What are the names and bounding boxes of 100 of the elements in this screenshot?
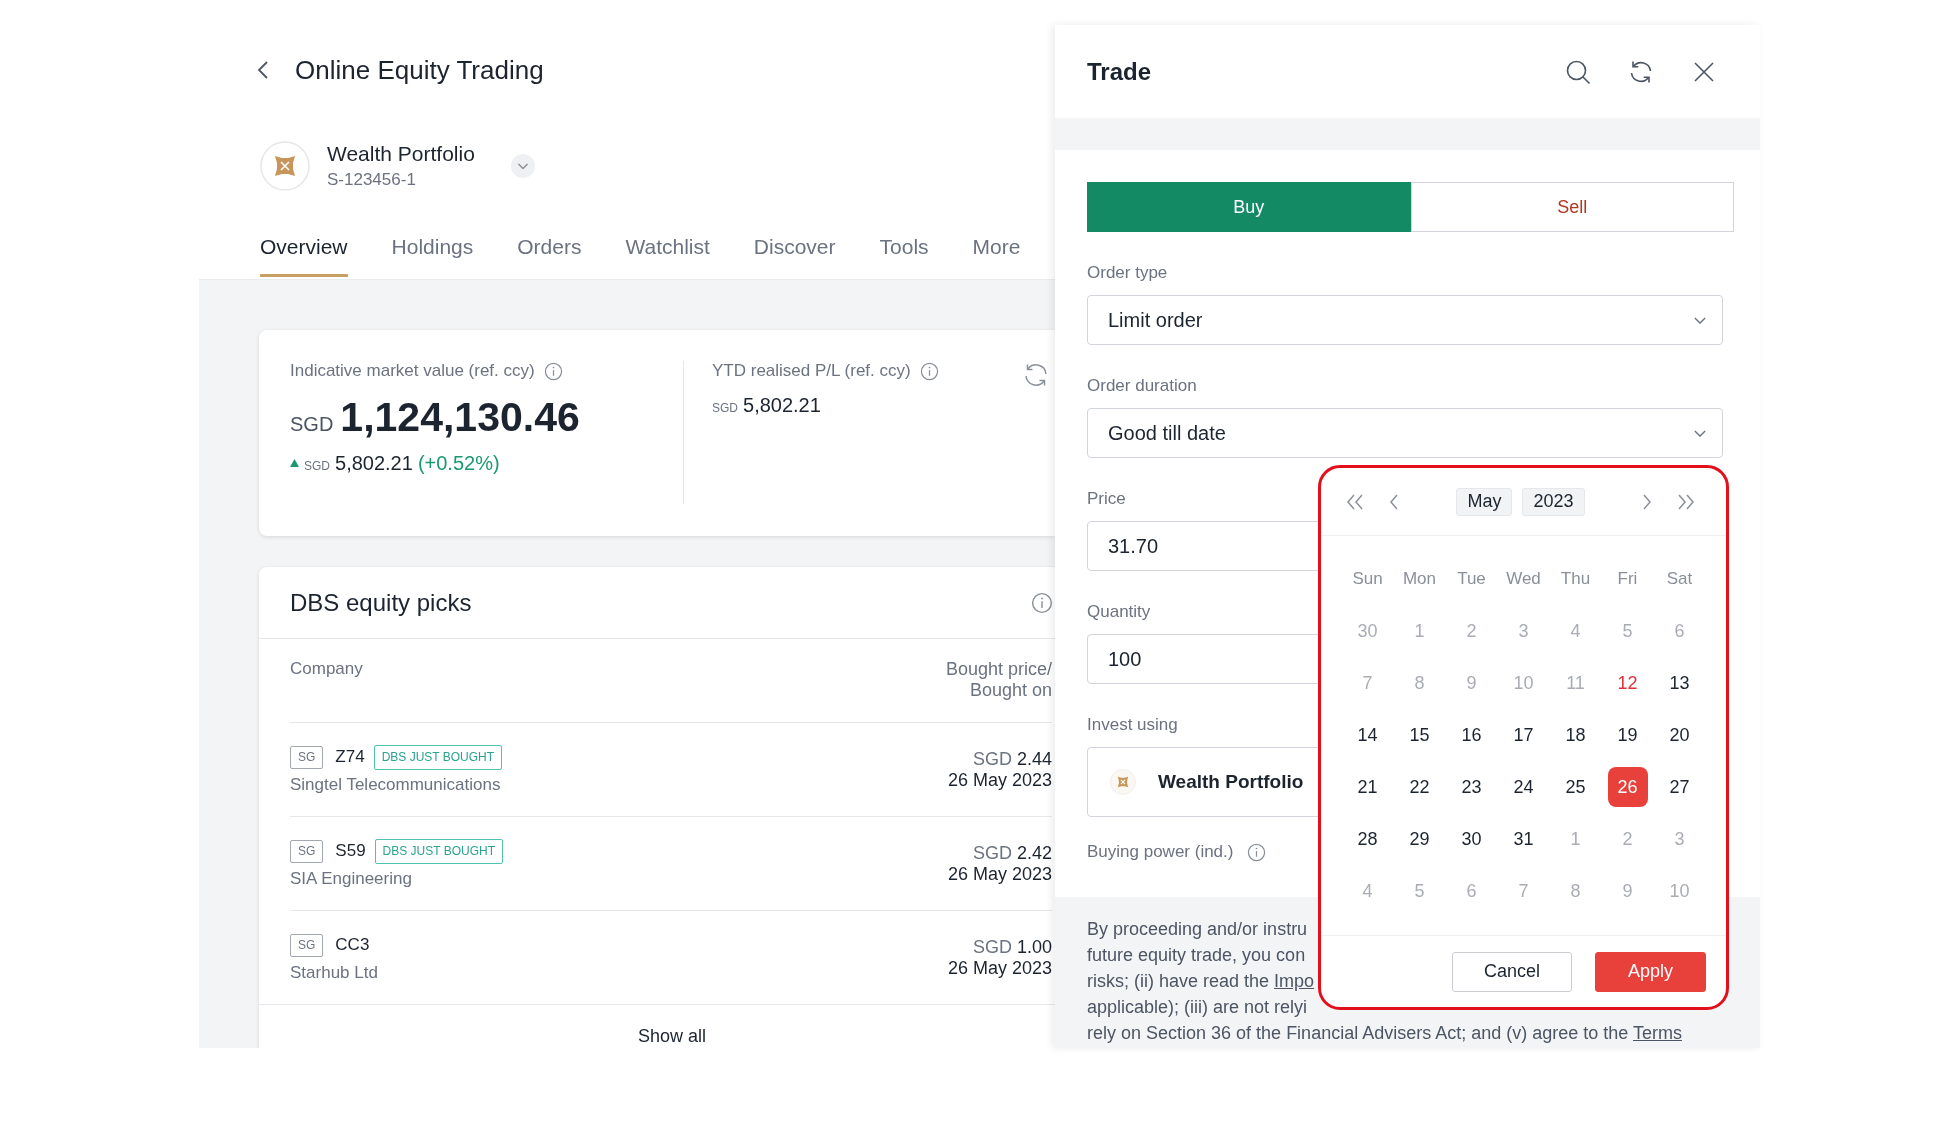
- field-label: Price: [1087, 488, 1126, 510]
- field-label: Invest using: [1087, 714, 1178, 736]
- market-badge: SG: [290, 933, 324, 957]
- dropdown-field[interactable]: Limit order: [1087, 295, 1723, 345]
- weekday-label: Sun: [1352, 569, 1383, 589]
- disclaimer-text: rely on Section 36 of the Financial Advisers Act; and (v) agree to the Terms: [1087, 1022, 1682, 1045]
- calendar-day[interactable]: 28: [1347, 819, 1388, 859]
- field-label: Order type: [1087, 262, 1168, 284]
- calendar-day[interactable]: 21: [1347, 767, 1388, 807]
- chevron-down-icon: [1694, 429, 1706, 437]
- currency-label: SGD: [290, 413, 334, 436]
- bought-price: 2.42: [1016, 842, 1052, 864]
- disclaimer-text: future equity trade, you con: [1087, 944, 1306, 967]
- weekday-label: Fri: [1617, 569, 1638, 589]
- company-name: Starhub Ltd: [290, 962, 378, 983]
- nav-tab[interactable]: Orders: [517, 234, 582, 277]
- bought-price: 1.00: [1016, 936, 1052, 958]
- calendar-day[interactable]: 26: [1607, 767, 1648, 807]
- currency-label: SGD: [972, 842, 1012, 864]
- calendar-day[interactable]: 18: [1555, 715, 1596, 755]
- nav-tab[interactable]: Overview: [260, 234, 348, 277]
- change-percent: (+0.52%): [417, 451, 500, 475]
- section-title: DBS equity picks: [290, 589, 472, 617]
- account-number: S-123456-1: [327, 169, 417, 191]
- calendar-day[interactable]: 27: [1659, 767, 1700, 807]
- stock-ticker[interactable]: S59: [335, 841, 366, 861]
- calendar-day[interactable]: 30: [1451, 819, 1492, 859]
- market-badge: SG: [290, 745, 324, 769]
- portfolio-logo-icon: [1110, 769, 1136, 795]
- nav-tab[interactable]: Discover: [753, 234, 836, 277]
- calendar-day[interactable]: 25: [1555, 767, 1596, 807]
- double-chevron-right-icon[interactable]: [1677, 493, 1695, 510]
- calendar-day[interactable]: 17: [1503, 715, 1544, 755]
- search-icon[interactable]: [1565, 58, 1591, 85]
- stock-ticker[interactable]: CC3: [335, 935, 370, 955]
- info-icon[interactable]: [919, 361, 939, 381]
- calendar-day[interactable]: 15: [1399, 715, 1440, 755]
- calendar-day[interactable]: 24: [1503, 767, 1544, 807]
- market-value-amount: 1,124,130.46: [340, 393, 580, 441]
- nav-tab[interactable]: Tools: [879, 234, 929, 277]
- bought-price: 2.44: [1016, 748, 1052, 770]
- nav-tab[interactable]: Holdings: [391, 234, 474, 277]
- chevron-right-icon[interactable]: [1642, 493, 1652, 510]
- info-icon[interactable]: [543, 361, 563, 381]
- nav-tab[interactable]: More: [972, 234, 1021, 277]
- company-name: SIA Engineering: [290, 868, 413, 889]
- weekday-label: Thu: [1560, 569, 1591, 589]
- calendar-day[interactable]: 19: [1607, 715, 1648, 755]
- calendar-day[interactable]: 22: [1399, 767, 1440, 807]
- market-badge: SG: [290, 839, 324, 863]
- chevron-left-icon[interactable]: [1389, 493, 1399, 510]
- page-title: Online Equity Trading: [295, 54, 544, 86]
- cancel-button[interactable]: Cancel: [1452, 951, 1572, 992]
- stock-ticker[interactable]: Z74: [335, 747, 365, 767]
- calendar-day[interactable]: 13: [1659, 663, 1700, 703]
- nav-tab[interactable]: Watchlist: [625, 234, 710, 277]
- calendar-day[interactable]: 12: [1607, 663, 1648, 703]
- panel-title: Trade: [1087, 56, 1152, 87]
- chevron-down-icon: [1694, 316, 1706, 324]
- calendar-day[interactable]: 23: [1451, 767, 1492, 807]
- calendar-day[interactable]: 31: [1503, 819, 1544, 859]
- year-select[interactable]: 2023: [1522, 487, 1585, 516]
- company-name: Singtel Telecommunications: [290, 774, 502, 795]
- month-select[interactable]: May: [1456, 487, 1513, 516]
- apply-button[interactable]: Apply: [1595, 951, 1706, 992]
- metric-label: Indicative market value (ref. ccy): [290, 361, 535, 381]
- currency-label: SGD: [712, 401, 738, 415]
- weekday-label: Sat: [1666, 569, 1693, 589]
- bought-date: 26 May 2023: [947, 863, 1052, 885]
- refresh-icon[interactable]: [1022, 361, 1050, 389]
- document-link[interactable]: Terms: [1633, 1023, 1682, 1043]
- disclaimer-text: applicable); (iii) are not relyi: [1087, 996, 1308, 1019]
- weekday-label: Wed: [1506, 569, 1541, 589]
- calendar-day[interactable]: 14: [1347, 715, 1388, 755]
- weekday-label: Mon: [1402, 569, 1437, 589]
- dropdown-field[interactable]: Good till date: [1087, 408, 1723, 458]
- bought-date: 26 May 2023: [947, 957, 1052, 979]
- column-header: Bought price/ Bought on: [945, 659, 1052, 701]
- side-toggle-button[interactable]: Sell: [1410, 182, 1734, 232]
- info-icon[interactable]: [1031, 592, 1053, 614]
- info-icon[interactable]: [1247, 842, 1267, 862]
- buying-power-label: Buying power (ind.): [1087, 842, 1234, 862]
- show-all-button[interactable]: Show all: [637, 1025, 706, 1047]
- double-chevron-left-icon[interactable]: [1346, 493, 1364, 510]
- field-label: Quantity: [1087, 601, 1151, 623]
- weekday-label: Tue: [1457, 569, 1486, 589]
- portfolio-name: Wealth Portfolio: [327, 141, 475, 167]
- calendar-day[interactable]: 20: [1659, 715, 1700, 755]
- calendar-day[interactable]: 29: [1399, 819, 1440, 859]
- document-link[interactable]: Impo: [1274, 971, 1315, 991]
- bought-date: 26 May 2023: [947, 769, 1052, 791]
- currency-label: SGD: [972, 748, 1012, 770]
- change-amount: 5,802.21: [335, 451, 413, 475]
- side-toggle-button[interactable]: Buy: [1087, 182, 1411, 232]
- chevron-down-icon[interactable]: [510, 154, 535, 178]
- calendar-day[interactable]: 16: [1451, 715, 1492, 755]
- column-header: Company: [290, 659, 363, 679]
- field-label: Order duration: [1087, 375, 1197, 397]
- status-tag: DBS JUST BOUGHT: [374, 838, 504, 864]
- realised-amount: 5,802.21: [743, 393, 821, 417]
